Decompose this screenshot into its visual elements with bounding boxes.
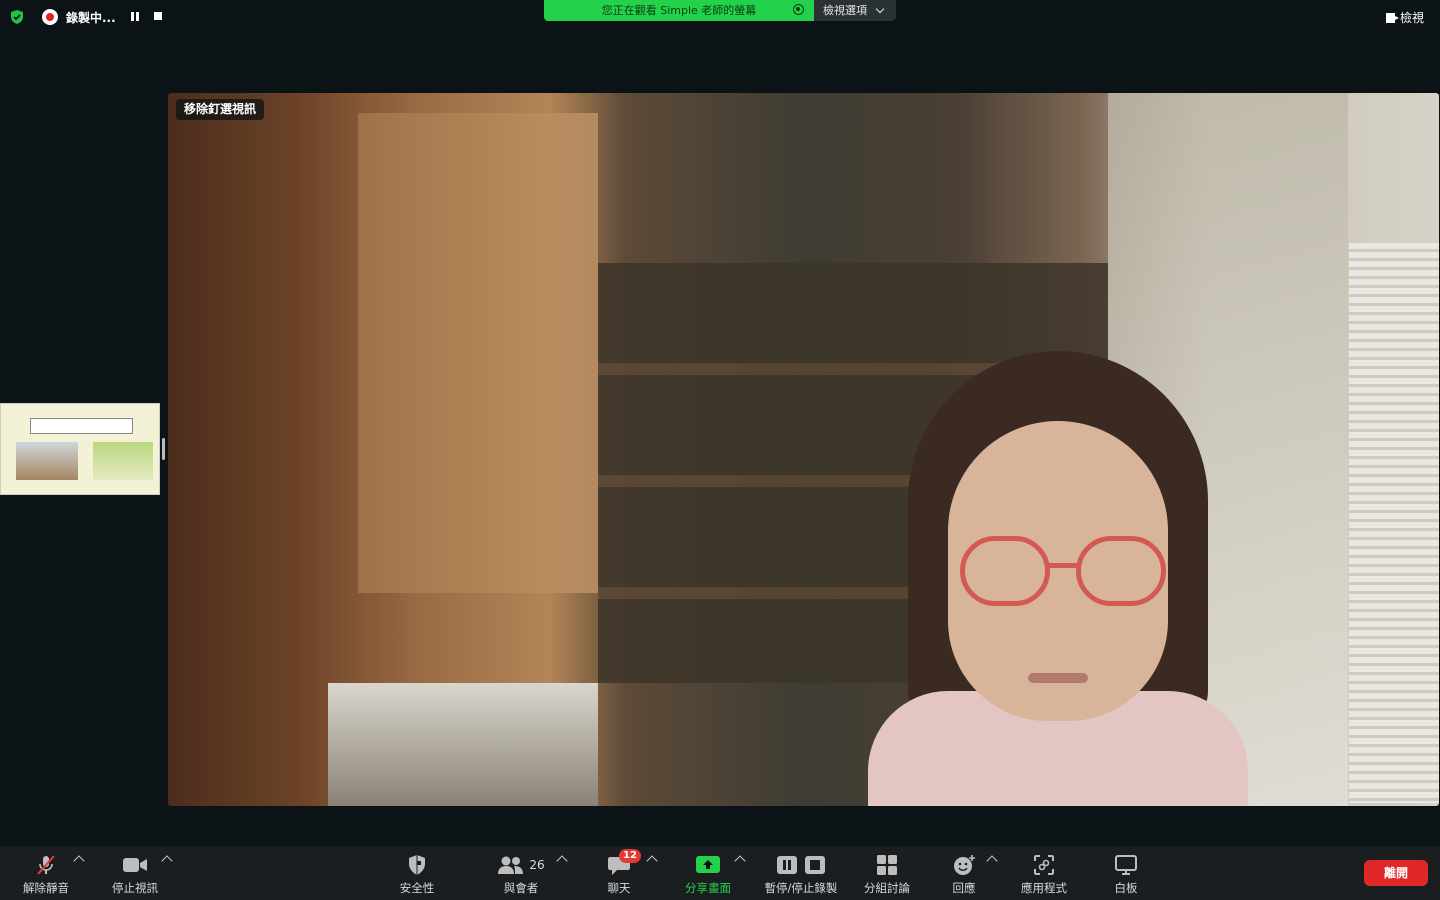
annotate-icon[interactable] — [793, 4, 804, 15]
view-button-label: 檢視 — [1399, 11, 1424, 25]
pause-stop-recording-button[interactable]: 暫停/停止錄製 — [760, 846, 842, 900]
unpin-video-button[interactable]: 移除釘選視訊 — [176, 99, 265, 120]
share-options-caret[interactable] — [734, 855, 746, 867]
share-screen-icon — [696, 856, 720, 873]
breakout-rooms-icon — [877, 855, 897, 875]
meeting-toolbar: 解除靜音 停止視訊 安全性 26 與會者 12 聊天 分享畫面 暫停/停止錄製 … — [0, 846, 1440, 900]
pause-recording-button[interactable] — [131, 12, 140, 21]
participants-label: 與會者 — [503, 881, 539, 895]
shared-screen-thumbnail[interactable] — [0, 403, 160, 495]
stop-recording-button[interactable] — [154, 12, 162, 20]
chat-button[interactable]: 12 聊天 — [604, 846, 641, 900]
leave-meeting-button[interactable]: 離開 — [1364, 860, 1428, 886]
video-camera-icon — [123, 858, 147, 872]
whiteboard-button[interactable]: 白板 — [1112, 846, 1140, 900]
view-options-dropdown[interactable]: 檢視選項 — [814, 0, 896, 21]
stop-video-label: 停止視訊 — [112, 881, 158, 895]
chat-label: 聊天 — [607, 881, 631, 895]
recording-label: 錄製中... — [66, 11, 116, 25]
security-label: 安全性 — [399, 881, 435, 895]
resize-handle[interactable] — [162, 438, 165, 460]
view-icon — [1385, 12, 1399, 23]
smiley-icon — [954, 855, 975, 875]
reactions-button[interactable]: 回應 — [950, 846, 978, 900]
view-options-label: 檢視選項 — [823, 4, 867, 17]
security-button[interactable]: 安全性 — [396, 846, 438, 900]
security-shield-icon[interactable] — [9, 9, 25, 25]
video-options-caret[interactable] — [161, 855, 173, 867]
share-screen-label: 分享畫面 — [685, 881, 731, 895]
breakout-rooms-label: 分組討論 — [864, 881, 910, 895]
microphone-muted-icon — [37, 855, 55, 875]
view-button[interactable]: 檢視 — [1385, 9, 1424, 26]
unmute-button[interactable]: 解除靜音 — [20, 846, 72, 900]
chevron-down-icon — [875, 4, 884, 14]
chat-unread-badge: 12 — [619, 849, 641, 863]
participants-options-caret[interactable] — [556, 855, 568, 867]
whiteboard-icon — [1115, 855, 1137, 875]
unmute-label: 解除靜音 — [23, 881, 69, 895]
recording-indicator-icon — [42, 9, 58, 25]
breakout-rooms-button[interactable]: 分組討論 — [861, 846, 913, 900]
participants-button[interactable]: 26 與會者 — [495, 846, 547, 900]
stop-icon — [805, 856, 825, 874]
pause-stop-recording-label: 暫停/停止錄製 — [764, 881, 838, 895]
apps-button[interactable]: 應用程式 — [1018, 846, 1070, 900]
share-banner: 您正在觀看 Simple 老師的螢幕 — [544, 0, 814, 21]
stop-video-button[interactable]: 停止視訊 — [108, 846, 162, 900]
apps-label: 應用程式 — [1021, 881, 1067, 895]
security-shield-icon — [409, 855, 425, 875]
reactions-label: 回應 — [952, 881, 976, 895]
participants-count: 26 — [529, 858, 545, 872]
audio-options-caret[interactable] — [73, 855, 85, 867]
reactions-options-caret[interactable] — [986, 855, 998, 867]
pause-icon — [777, 856, 797, 874]
participants-icon — [498, 856, 524, 874]
apps-icon — [1034, 855, 1054, 875]
share-screen-button[interactable]: 分享畫面 — [682, 846, 734, 900]
whiteboard-label: 白板 — [1114, 881, 1138, 895]
chat-options-caret[interactable] — [646, 855, 658, 867]
pinned-video[interactable] — [168, 93, 1439, 806]
participant-video-feed — [868, 351, 1248, 806]
